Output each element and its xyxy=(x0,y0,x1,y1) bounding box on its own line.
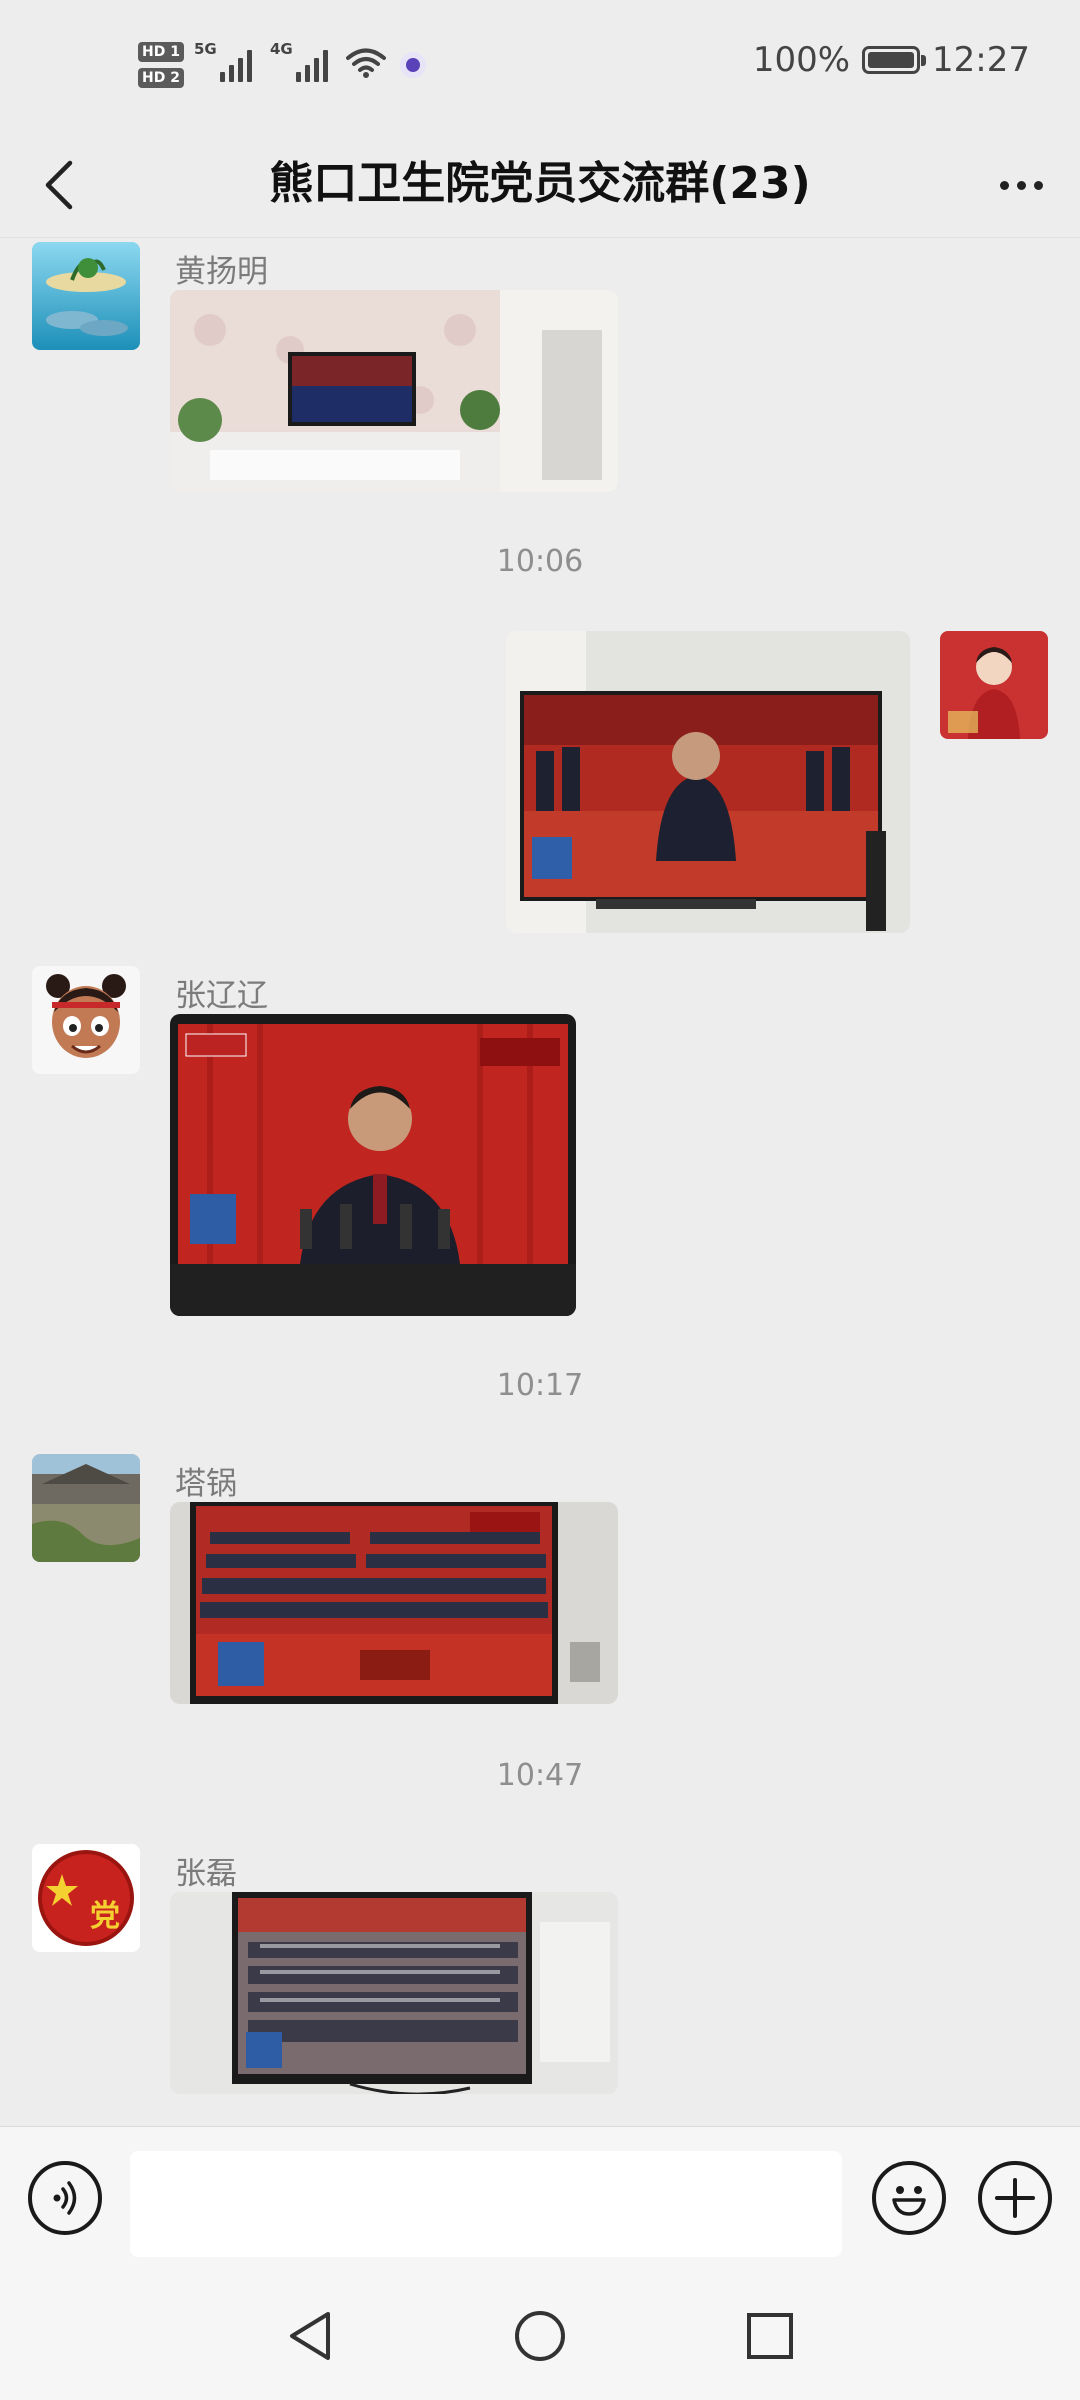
avatar-zhanglei[interactable]: 党 xyxy=(32,1844,140,1952)
wifi-icon xyxy=(345,47,386,83)
voice-button[interactable] xyxy=(28,2161,102,2235)
system-back-button[interactable] xyxy=(270,2296,350,2376)
status-bar: HD 1 HD 2 5G 4G 100% 12:27 xyxy=(0,0,1080,132)
sim1-signal-icon: 5G xyxy=(194,40,252,82)
status-bar-right: 100% 12:27 xyxy=(753,40,1030,80)
sim2-network-label: 4G xyxy=(269,40,293,58)
triangle-back-icon xyxy=(290,2312,330,2360)
hd1-badge: HD 1 xyxy=(138,42,184,62)
svg-text:党: 党 xyxy=(90,1899,120,1934)
hd-indicators: HD 1 HD 2 xyxy=(138,42,184,88)
sender-name: 塔锅 xyxy=(175,1466,237,1502)
timestamp: 10:17 xyxy=(496,1368,584,1403)
image-message[interactable] xyxy=(170,290,618,492)
emoji-button[interactable] xyxy=(872,2161,946,2235)
image-message[interactable] xyxy=(170,1892,618,2094)
avatar-zhangliaoliao[interactable] xyxy=(32,966,140,1074)
battery-icon xyxy=(862,46,927,74)
app-notification-icon xyxy=(399,52,426,78)
emoji-icon xyxy=(892,2186,926,2216)
avatar-huangyangming[interactable] xyxy=(32,242,140,350)
more-dots-icon xyxy=(999,180,1009,190)
status-bar-left: HD 1 HD 2 5G 4G xyxy=(138,30,426,100)
system-home-button[interactable] xyxy=(500,2296,580,2376)
sender-name: 张磊 xyxy=(175,1856,237,1892)
image-message[interactable] xyxy=(170,1502,618,1704)
message-input[interactable] xyxy=(130,2151,842,2257)
circle-home-icon xyxy=(515,2311,565,2361)
voice-icon xyxy=(53,2181,77,2215)
message-list[interactable]: 黄扬明 10:06 张辽辽 10:17 塔锅 10:47 党 张磊 xyxy=(0,238,1080,2126)
clock: 12:27 xyxy=(932,40,1030,80)
sim2-signal-icon: 4G xyxy=(270,40,328,82)
square-recents-icon xyxy=(747,2313,793,2359)
chat-input-bar xyxy=(0,2126,1080,2268)
sim1-network-label: 5G xyxy=(193,40,217,58)
more-button[interactable] xyxy=(986,150,1056,220)
sender-name: 黄扬明 xyxy=(175,254,268,290)
chat-header: 熊口卫生院党员交流群(23) xyxy=(0,132,1080,238)
battery-percent: 100% xyxy=(752,40,851,80)
plus-icon xyxy=(995,2178,1035,2218)
image-message[interactable] xyxy=(506,631,910,933)
avatar-taguo[interactable] xyxy=(32,1454,140,1562)
plus-button[interactable] xyxy=(978,2161,1052,2235)
system-navigation-bar xyxy=(0,2268,1080,2400)
image-message[interactable] xyxy=(170,1014,576,1316)
system-recents-button[interactable] xyxy=(730,2296,810,2376)
hd2-badge: HD 2 xyxy=(138,68,184,88)
chat-title: 熊口卫生院党员交流群(23) xyxy=(269,158,811,209)
sender-name: 张辽辽 xyxy=(175,978,268,1014)
avatar-self[interactable] xyxy=(940,631,1048,739)
timestamp: 10:06 xyxy=(496,544,584,579)
timestamp: 10:47 xyxy=(496,1758,584,1793)
